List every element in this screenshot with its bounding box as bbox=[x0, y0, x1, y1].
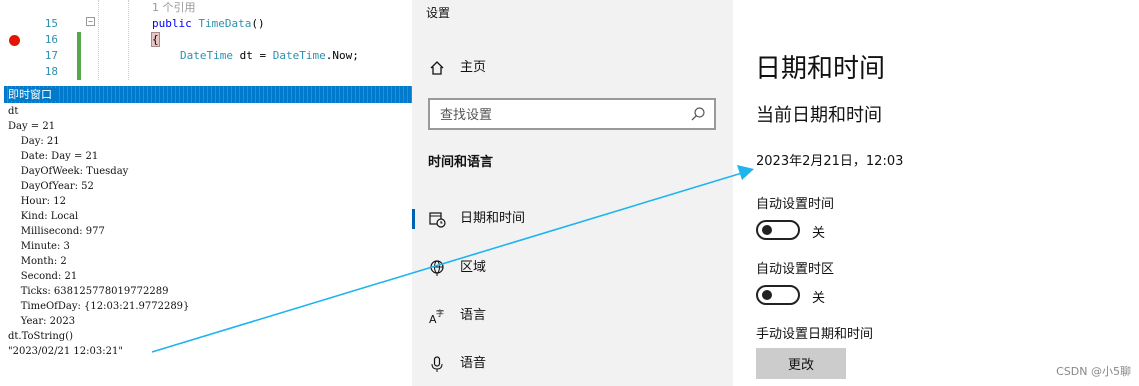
line-number: 16 bbox=[44, 33, 58, 46]
current-datetime-value: 2023年2月21日，12:03 bbox=[756, 154, 904, 169]
auto-time-state: 关 bbox=[812, 226, 826, 241]
settings-sidebar: 设置 主页 时间和语言 日期和时间 区域 A字 语言 bbox=[412, 0, 733, 386]
immediate-window-titlebar[interactable]: 即时窗口 bbox=[4, 86, 412, 103]
output-line: TimeOfDay: {12:03:21.9772289} bbox=[8, 301, 190, 312]
nav-speech[interactable]: 语音 bbox=[412, 346, 733, 382]
microphone-icon bbox=[428, 355, 446, 373]
code-line: 16 { bbox=[0, 32, 412, 48]
section-heading: 当前日期和时间 bbox=[756, 105, 882, 126]
codelens-references[interactable]: 1 个引用 bbox=[152, 0, 196, 16]
search-icon[interactable] bbox=[690, 106, 706, 122]
nav-date-time-label: 日期和时间 bbox=[460, 211, 526, 226]
watermark: CSDN @小5聊 bbox=[1056, 365, 1131, 378]
auto-timezone-toggle[interactable] bbox=[756, 285, 800, 305]
output-line: Second: 21 bbox=[8, 271, 78, 282]
search-box[interactable] bbox=[428, 98, 716, 130]
output-line: Ticks: 638125778019772289 bbox=[8, 286, 169, 297]
search-input[interactable] bbox=[430, 100, 692, 130]
code-editor[interactable]: − 1 个引用 15 public TimeData() 16 { 17 Dat… bbox=[0, 0, 412, 80]
output-line: Day = 21 bbox=[8, 121, 56, 132]
nav-language-label: 语言 bbox=[460, 308, 487, 323]
output-line: Hour: 12 bbox=[8, 196, 66, 207]
manual-set-label: 手动设置日期和时间 bbox=[756, 327, 874, 342]
output-line: Day: 21 bbox=[8, 136, 60, 147]
window-title: 设置 bbox=[426, 6, 451, 20]
line-number: 15 bbox=[44, 17, 58, 30]
globe-icon bbox=[428, 259, 446, 277]
nav-language[interactable]: A字 语言 bbox=[412, 298, 733, 334]
code-text: { bbox=[151, 32, 160, 47]
selected-indicator bbox=[412, 209, 415, 229]
nav-home-label: 主页 bbox=[460, 60, 487, 75]
code-text: public TimeData() bbox=[152, 17, 265, 30]
output-line: dt bbox=[8, 106, 19, 117]
svg-text:字: 字 bbox=[436, 308, 444, 318]
output-line: Kind: Local bbox=[8, 211, 79, 222]
line-number: 17 bbox=[44, 49, 58, 62]
immediate-window-title: 即时窗口 bbox=[8, 88, 58, 101]
nav-home[interactable]: 主页 bbox=[412, 50, 733, 86]
output-line: DayOfYear: 52 bbox=[8, 181, 94, 192]
output-line: Millisecond: 977 bbox=[8, 226, 105, 237]
output-line: dt.ToString() bbox=[8, 331, 74, 342]
change-button[interactable]: 更改 bbox=[756, 348, 846, 379]
code-line: 18 bbox=[0, 64, 412, 80]
page-title: 日期和时间 bbox=[755, 54, 886, 84]
nav-speech-label: 语音 bbox=[460, 356, 487, 371]
visual-studio-pane: − 1 个引用 15 public TimeData() 16 { 17 Dat… bbox=[0, 0, 412, 386]
language-icon: A字 bbox=[428, 307, 446, 326]
output-line: Year: 2023 bbox=[8, 316, 76, 327]
output-line: DayOfWeek: Tuesday bbox=[8, 166, 129, 177]
auto-time-toggle[interactable] bbox=[756, 220, 800, 240]
calendar-clock-icon bbox=[428, 210, 446, 228]
nav-region[interactable]: 区域 bbox=[412, 250, 733, 286]
code-text: DateTime dt = DateTime.Now; bbox=[180, 49, 359, 62]
auto-time-label: 自动设置时间 bbox=[756, 197, 835, 212]
output-line: "2023/02/21 12:03:21" bbox=[8, 346, 123, 357]
output-line: Month: 2 bbox=[8, 256, 67, 267]
auto-timezone-state: 关 bbox=[812, 291, 826, 306]
line-number: 18 bbox=[44, 65, 58, 78]
code-line: 15 public TimeData() bbox=[0, 16, 412, 32]
nav-region-label: 区域 bbox=[460, 260, 487, 275]
nav-date-time[interactable]: 日期和时间 bbox=[412, 201, 733, 237]
immediate-window-output[interactable]: dt Day = 21 Day: 21 Date: Day = 21 DayOf… bbox=[4, 103, 412, 386]
section-title: 时间和语言 bbox=[428, 155, 494, 170]
output-line: Minute: 3 bbox=[8, 241, 70, 252]
toggle-knob bbox=[762, 290, 772, 300]
home-icon bbox=[428, 59, 446, 77]
toggle-knob bbox=[762, 225, 772, 235]
output-line: Date: Day = 21 bbox=[8, 151, 99, 162]
codelens-line: 1 个引用 bbox=[0, 0, 412, 16]
code-line: 17 DateTime dt = DateTime.Now; bbox=[0, 48, 412, 64]
date-time-page: 日期和时间 当前日期和时间 2023年2月21日，12:03 自动设置时间 关 … bbox=[733, 0, 1139, 386]
auto-timezone-label: 自动设置时区 bbox=[756, 262, 835, 277]
